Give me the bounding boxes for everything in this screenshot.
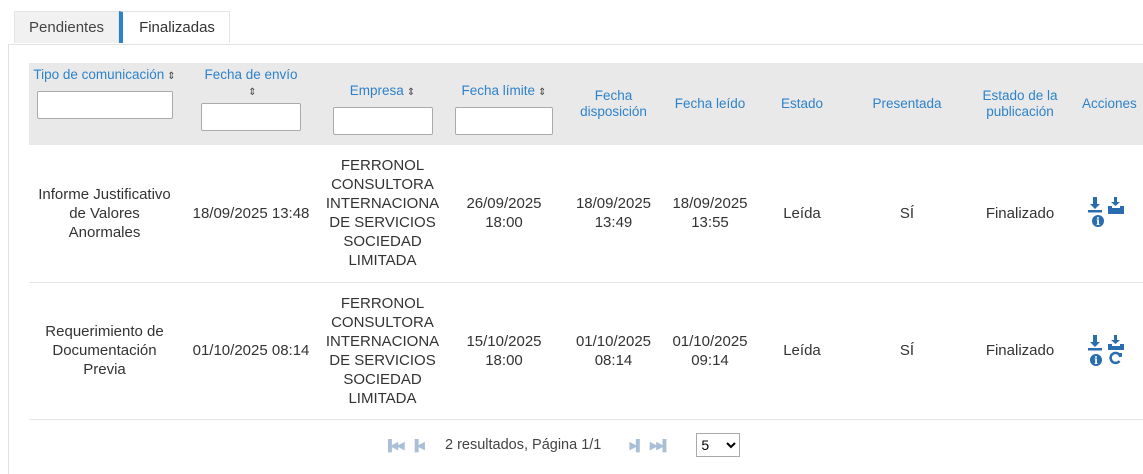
download-info-icon[interactable]: i (1087, 334, 1105, 368)
sort-icon[interactable]: ⇕ (538, 87, 546, 98)
fecha-limite-cell: 15/10/2025 18:00 (443, 282, 565, 420)
fecha-disposicion-cell: 01/10/2025 08:14 (565, 282, 662, 420)
tab-finalizadas[interactable]: Finalizadas (119, 11, 230, 43)
col-presentada-label: Presentada (872, 96, 942, 111)
table-header: Tipo de comunicación ⇕ Fecha de envío ⇕ Em… (29, 63, 1143, 145)
empresa-filter-input[interactable] (332, 107, 433, 135)
fecha-disposicion-cell: 18/09/2025 13:49 (565, 145, 662, 283)
sort-icon[interactable]: ⇕ (248, 87, 256, 98)
col-fecha-disposicion-header: Fecha disposición (565, 63, 662, 145)
empresa-cell: FERRONOL CONSULTORA INTERNACIONA DE SERV… (322, 145, 443, 283)
tab-bar: Pendientes Finalizadas (14, 11, 230, 45)
tipo-cell: Requerimiento de Documentación Previa (29, 282, 180, 420)
tab-pendientes[interactable]: Pendientes (14, 11, 120, 43)
last-page-icon[interactable]: ▶▶▌ (650, 439, 671, 452)
col-estado-publicacion-label: Estado de la publicación (982, 88, 1058, 119)
inbox-icon[interactable] (1107, 196, 1125, 230)
first-page-icon[interactable]: ▐◀◀ (384, 439, 405, 452)
col-empresa-label: Empresa (349, 83, 404, 98)
inbox-refresh-icon[interactable] (1107, 334, 1125, 368)
col-acciones-label: Acciones (1082, 96, 1137, 111)
pagination: ▐◀◀ ▐◀ 2 resultados, Página 1/1 ▶▌ ▶▶▌ 5 (380, 433, 741, 457)
fecha-limite-filter-input[interactable] (455, 107, 553, 135)
col-fecha-limite-header[interactable]: Fecha límite ⇕ (443, 63, 565, 145)
empresa-cell: FERRONOL CONSULTORA INTERNACIONA DE SERV… (322, 282, 443, 420)
table-row: Informe Justificativo de Valores Anormal… (29, 145, 1143, 283)
col-fecha-leido-header: Fecha leído (662, 63, 758, 145)
estado-cell: Leída (758, 282, 846, 420)
presentada-cell: SÍ (846, 282, 968, 420)
communications-table: Tipo de comunicación ⇕ Fecha de envío ⇕ Em… (29, 63, 1143, 420)
col-fecha-envio-header[interactable]: Fecha de envío ⇕ (180, 63, 322, 145)
col-acciones-header: Acciones (1072, 63, 1143, 145)
col-estado-label: Estado (780, 96, 824, 111)
estado-publicacion-cell: Finalizado (968, 145, 1072, 283)
fecha-limite-cell: 26/09/2025 18:00 (443, 145, 565, 283)
next-page-icon[interactable]: ▶▌ (629, 439, 643, 452)
col-tipo-label: Tipo de comunicación (33, 67, 165, 82)
col-tipo-header[interactable]: Tipo de comunicación ⇕ (29, 63, 180, 145)
fecha-envio-cell: 01/10/2025 08:14 (180, 282, 322, 420)
col-estado-publicacion-header: Estado de la publicación (968, 63, 1072, 145)
sort-icon[interactable]: ⇕ (407, 87, 415, 98)
table-row: Requerimiento de Documentación Previa 01… (29, 282, 1143, 420)
estado-cell: Leída (758, 145, 846, 283)
fecha-leido-cell: 18/09/2025 13:55 (662, 145, 758, 283)
col-fecha-limite-label: Fecha límite (461, 83, 536, 98)
sort-icon[interactable]: ⇕ (167, 71, 175, 82)
fecha-envio-cell: 18/09/2025 13:48 (180, 145, 322, 283)
actions-cell: i (1072, 145, 1143, 283)
svg-text:i: i (1094, 356, 1098, 367)
svg-text:i: i (1096, 217, 1100, 228)
pagination-summary: 2 resultados, Página 1/1 (444, 437, 602, 453)
download-info-icon[interactable]: i (1087, 196, 1105, 230)
page-size-select[interactable]: 5 (696, 433, 741, 457)
col-fecha-leido-label: Fecha leído (674, 96, 746, 111)
col-empresa-header[interactable]: Empresa ⇕ (322, 63, 443, 145)
presentada-cell: SÍ (846, 145, 968, 283)
fecha-envio-filter-input[interactable] (201, 103, 301, 131)
col-presentada-header: Presentada (846, 63, 968, 145)
prev-page-icon[interactable]: ▐◀ (411, 439, 425, 452)
col-fecha-disposicion-label: Fecha disposición (580, 88, 647, 119)
col-fecha-envio-label: Fecha de envío (204, 67, 298, 82)
fecha-leido-cell: 01/10/2025 09:14 (662, 282, 758, 420)
actions-cell: i (1072, 282, 1143, 420)
tipo-cell: Informe Justificativo de Valores Anormal… (29, 145, 180, 283)
estado-publicacion-cell: Finalizado (968, 282, 1072, 420)
tipo-filter-input[interactable] (36, 91, 173, 119)
col-estado-header: Estado (758, 63, 846, 145)
